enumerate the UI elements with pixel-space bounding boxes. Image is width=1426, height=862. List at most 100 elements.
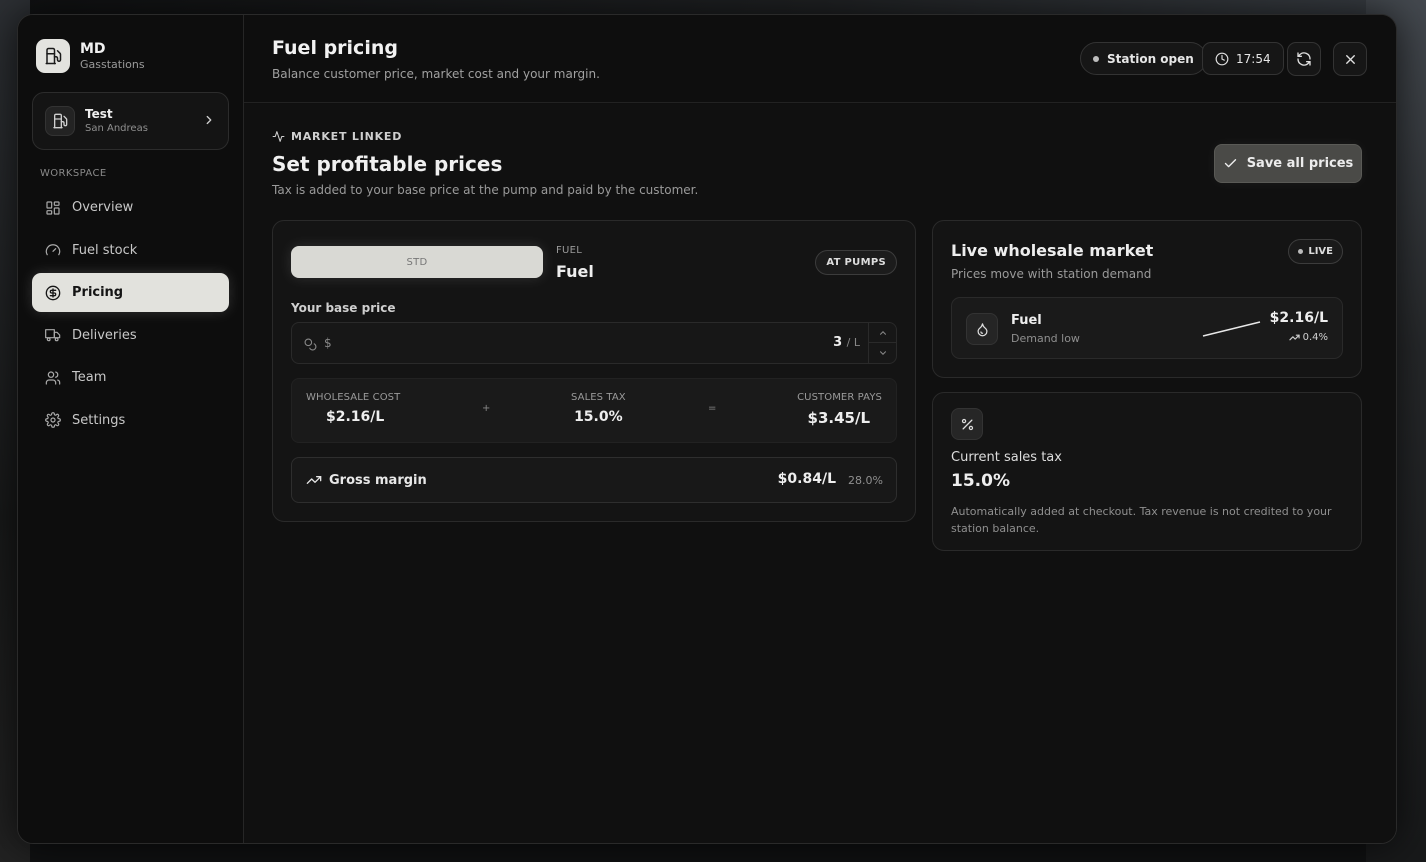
gear-icon: [45, 412, 61, 428]
market-price: $2.16/L: [1269, 310, 1328, 326]
market-change-value: 0.4%: [1302, 332, 1328, 343]
sidebar-item-label: Deliveries: [72, 327, 137, 343]
live-dot-icon: [1298, 249, 1304, 254]
brand-name: MD: [80, 40, 106, 57]
equals-sign: =: [708, 403, 717, 414]
chevron-up-icon: [879, 330, 886, 335]
refresh-icon: [1297, 52, 1311, 66]
brand: MD Gasstations: [36, 39, 145, 73]
sidebar-item-label: Overview: [72, 200, 134, 215]
tax-card-title: Current sales tax: [951, 450, 1062, 465]
increment-button[interactable]: [869, 323, 896, 343]
plus-sign: +: [482, 403, 491, 414]
decrement-button[interactable]: [869, 343, 896, 363]
users-icon: [45, 370, 61, 385]
sidebar-item-fuel-stock[interactable]: Fuel stock: [32, 231, 229, 270]
base-price-unit: / L: [846, 336, 860, 349]
chevron-right-icon: [202, 112, 216, 131]
price-sparkline: [1202, 321, 1261, 337]
sidebar-item-label: Fuel stock: [72, 242, 138, 258]
clock-icon: [1215, 52, 1229, 65]
grade-chip[interactable]: STD: [291, 246, 543, 278]
wholesale-cost: WHOLESALE COST $2.16/L: [306, 392, 400, 425]
fuel-pricing-card: STD FUEL Fuel AT PUMPS Your base price $…: [272, 220, 916, 522]
sidebar-item-label: Team: [72, 370, 107, 385]
wholesale-label: WHOLESALE COST: [306, 392, 401, 403]
status-dot-icon: [1093, 55, 1099, 62]
sidebar-item-deliveries[interactable]: Deliveries: [32, 316, 229, 355]
clock-badge: 17:54: [1202, 42, 1284, 75]
app-window: MD Gasstations Test San Andreas WORKSPAC…: [17, 14, 1397, 844]
main-panel: Fuel pricing Balance customer price, mar…: [244, 15, 1396, 843]
brand-sub: Gasstations: [80, 57, 145, 71]
grid-icon: [46, 200, 60, 215]
fuel-pump-icon: [45, 106, 75, 136]
base-price-value: 3 / L: [833, 335, 860, 350]
section-subtitle: Tax is added to your base price at the p…: [272, 183, 699, 197]
sidebar-item-label: Settings: [72, 412, 126, 428]
live-badge: LIVE: [1288, 239, 1343, 264]
coins-icon: [304, 336, 317, 355]
station-location: San Andreas: [85, 122, 148, 134]
save-label: Save all prices: [1246, 156, 1354, 171]
market-linked-label: MARKET LINKED: [272, 130, 402, 143]
sidebar-item-pricing[interactable]: Pricing: [32, 273, 229, 312]
clock-time: 17:54: [1236, 51, 1271, 66]
sidebar-item-team[interactable]: Team: [32, 358, 229, 397]
market-fuel-name: Fuel: [1011, 313, 1042, 328]
at-pumps-badge: AT PUMPS: [815, 250, 897, 275]
gauge-icon: [45, 244, 61, 256]
close-icon: [1345, 54, 1355, 64]
price-stepper: [868, 323, 896, 363]
sales-tax: SALES TAX 15.0%: [571, 392, 626, 425]
page-subtitle: Balance customer price, market cost and …: [272, 67, 600, 81]
refresh-button[interactable]: [1287, 42, 1321, 76]
check-icon: [1224, 159, 1236, 168]
save-all-prices-button[interactable]: Save all prices: [1214, 144, 1362, 183]
gross-margin-percent: 28.0%: [848, 474, 883, 487]
droplet-icon: [966, 313, 998, 345]
base-price-input[interactable]: $ 3 / L: [291, 322, 897, 364]
percent-icon: [951, 408, 983, 440]
close-button[interactable]: [1333, 42, 1367, 76]
market-title: Live wholesale market: [951, 241, 1154, 260]
wholesale-market-card: Live wholesale market Prices move with s…: [932, 220, 1362, 378]
customer-label: CUSTOMER PAYS: [797, 392, 882, 403]
sidebar-nav: Overview Fuel stock Pricing Deliveries T…: [32, 188, 229, 443]
market-change: 0.4%: [1288, 332, 1328, 343]
page-title: Fuel pricing: [272, 37, 398, 59]
truck-icon: [45, 329, 61, 342]
page-header: Fuel pricing Balance customer price, mar…: [244, 15, 1396, 103]
content-area: MARKET LINKED Set profitable prices Tax …: [244, 104, 1396, 843]
station-status-badge: Station open: [1080, 42, 1207, 75]
station-selector[interactable]: Test San Andreas: [32, 92, 229, 150]
fuel-type-label: FUEL: [556, 245, 583, 256]
tax-value: 15.0%: [574, 409, 623, 425]
sidebar-item-label: Pricing: [72, 285, 124, 300]
market-row: Fuel Demand low $2.16/L 0.4%: [951, 297, 1343, 359]
chevron-down-icon: [879, 351, 886, 355]
trending-up-icon: [306, 476, 322, 484]
gross-margin-text: Gross margin: [329, 472, 427, 488]
station-status-label: Station open: [1107, 51, 1194, 66]
fuel-type-name: Fuel: [556, 262, 594, 281]
fuel-pump-icon: [36, 39, 70, 73]
currency-symbol: $: [324, 336, 332, 350]
sidebar: MD Gasstations Test San Andreas WORKSPAC…: [18, 15, 244, 843]
dollar-circle-icon: [45, 285, 61, 300]
section-title: Set profitable prices: [272, 152, 503, 176]
tax-label: SALES TAX: [571, 392, 626, 403]
sidebar-item-settings[interactable]: Settings: [32, 401, 229, 440]
market-subtitle: Prices move with station demand: [951, 267, 1152, 281]
eyebrow-text: MARKET LINKED: [291, 130, 403, 143]
wholesale-value: $2.16/L: [326, 409, 385, 425]
tax-card-value: 15.0%: [951, 471, 1010, 491]
station-name: Test: [85, 106, 113, 121]
activity-icon: [272, 131, 285, 142]
gross-margin-label: Gross margin: [306, 472, 427, 488]
live-text: LIVE: [1308, 246, 1333, 257]
trending-up-icon: [1288, 334, 1300, 341]
sidebar-item-overview[interactable]: Overview: [32, 188, 229, 227]
customer-pays: CUSTOMER PAYS $3.45/L: [797, 392, 882, 427]
gross-margin-row: Gross margin $0.84/L 28.0%: [291, 457, 897, 503]
